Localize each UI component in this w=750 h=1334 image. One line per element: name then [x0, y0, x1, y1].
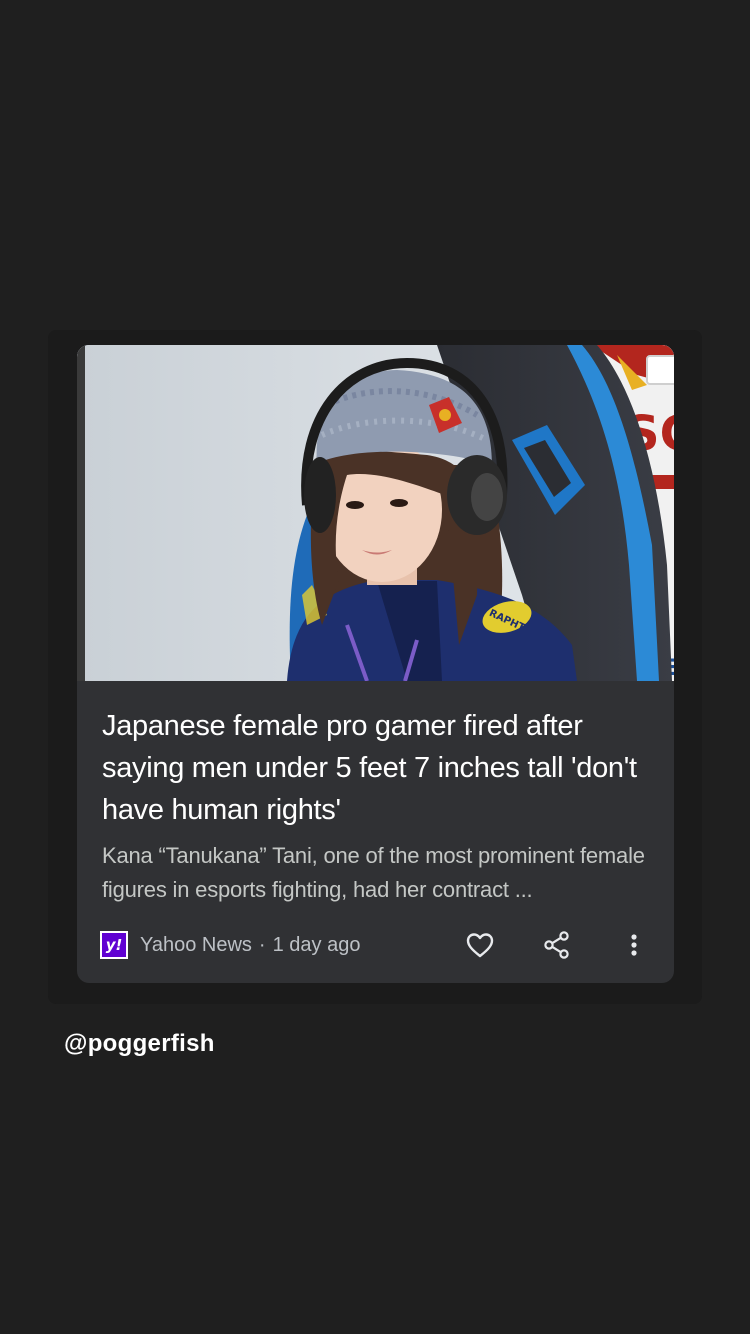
select-checkbox[interactable] [646, 355, 674, 385]
more-vert-icon[interactable] [618, 929, 650, 961]
heart-icon[interactable] [464, 929, 496, 961]
article-thumbnail[interactable]: SC _1E RAPHT [77, 345, 674, 681]
share-icon[interactable] [541, 929, 573, 961]
story-screen: SC _1E RAPHT [0, 0, 750, 1334]
yahoo-logo-icon: y! [100, 931, 128, 959]
card-actions [464, 929, 650, 961]
news-card[interactable]: SC _1E RAPHT [77, 345, 674, 983]
card-body: Japanese female pro gamer fired after sa… [77, 681, 674, 907]
article-meta: y! Yahoo News · 1 day ago [100, 929, 650, 961]
article-snippet: Kana “Tanukana” Tani, one of the most pr… [102, 843, 645, 902]
article-age: 1 day ago [272, 933, 361, 956]
meta-separator: · [258, 933, 266, 956]
story-handle[interactable]: @poggerfish [64, 1030, 215, 1058]
article-headline[interactable]: Japanese female pro gamer fired after sa… [102, 705, 648, 831]
source-name[interactable]: Yahoo News [140, 934, 252, 957]
thumbnail-photo: SC _1E RAPHT [77, 345, 674, 681]
